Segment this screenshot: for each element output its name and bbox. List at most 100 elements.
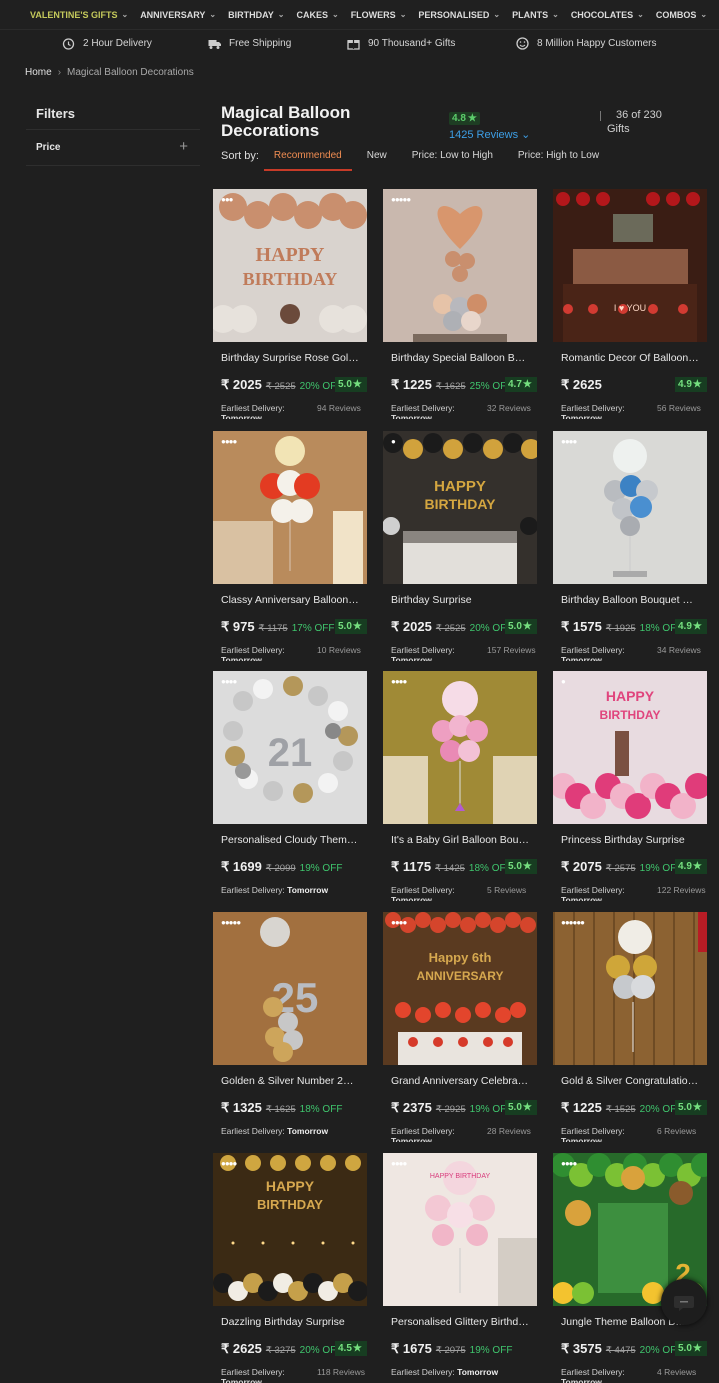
product-image[interactable]: ●●●● [553, 431, 707, 584]
product-card[interactable]: HAPPY BIRTHDAY ●●●● Dazzling Birthday Surpr… [213, 1153, 367, 1383]
product-name[interactable]: Grand Anniversary Celebrati... [391, 1075, 529, 1087]
product-image[interactable]: ●●●● [383, 671, 537, 824]
star-icon: ★ [522, 379, 532, 390]
rating-value: 4.8 [452, 113, 466, 124]
nav-item-2[interactable]: BIRTHDAY ⌄ [228, 10, 284, 20]
product-image[interactable]: 21 ●●●● [213, 671, 367, 824]
product-name[interactable]: Classy Anniversary Balloon ... [221, 594, 359, 606]
nav-item-6[interactable]: PLANTS ⌄ [512, 10, 559, 20]
original-price: ₹ 1525 [605, 1104, 636, 1115]
product-card[interactable]: HAPPY BIRTHDAY ● Birthday Surprise ₹ 2025 ₹ 2… [383, 431, 537, 661]
delivery-label: Earliest Delivery: [561, 645, 625, 655]
product-image[interactable]: HAPPY BIRTHDAY ●●● [213, 189, 367, 342]
delivery-value: Tomorrow [391, 1136, 432, 1142]
product-name[interactable]: Gold & Silver Congratulation... [561, 1075, 699, 1087]
rating-badge: 4.9 ★ [675, 377, 707, 392]
benefit-label: 8 Million Happy Customers [537, 37, 657, 49]
product-name[interactable]: Birthday Special Balloon Bo... [391, 352, 529, 364]
product-photo: Happy 6th ANNIVERSARY [383, 912, 537, 1065]
product-price: ₹ 1175 [391, 859, 432, 874]
rating-badge: 5.0 ★ [505, 1100, 537, 1115]
product-card[interactable]: 2 ●●●● Jungle Theme Balloon D... ₹ 3575 ₹ 44… [553, 1153, 707, 1383]
product-card[interactable]: ●●●●●● Gold & Silver Congratulation... ₹ 1… [553, 912, 707, 1142]
rating-badge: 4.5 ★ [335, 1341, 367, 1356]
nav-item-0[interactable]: VALENTINE'S GIFTS ⌄ [30, 10, 128, 20]
nav-item-label: CHOCOLATES [570, 9, 634, 20]
product-name[interactable]: Personalised Cloudy Theme ... [221, 834, 359, 846]
breadcrumb-home[interactable]: Home [25, 67, 52, 78]
sort-option-2[interactable]: Price: Low to High [412, 150, 493, 169]
product-image[interactable]: ●●●●●● [553, 912, 707, 1065]
review-count: 94 Reviews [317, 403, 361, 413]
nav-item-5[interactable]: PERSONALISED ⌄ [418, 10, 500, 20]
product-card[interactable]: HAPPY BIRTHDAY ●●●● Personalised Glittery … [383, 1153, 537, 1383]
nav-item-1[interactable]: ANNIVERSARY ⌄ [140, 10, 216, 20]
review-count: 10 Reviews [317, 645, 361, 655]
rating-value: 5.0 [678, 1102, 692, 1113]
product-image[interactable]: ●●●●● [383, 189, 537, 342]
star-icon: ★ [467, 113, 477, 124]
chevron-down-icon: ⌄ [493, 10, 501, 19]
carousel-dots: ●●●● [221, 437, 237, 446]
product-price: ₹ 2625 [561, 377, 602, 392]
product-name[interactable]: Golden & Silver Number 25 ... [221, 1075, 359, 1087]
product-image[interactable]: HAPPY BIRTHDAY ●●●● [383, 1153, 537, 1306]
carousel-dots: ●●●●● [221, 918, 241, 927]
benefit-item: 90 Thousand+ Gifts [347, 37, 455, 50]
sort-option-3[interactable]: Price: High to Low [518, 150, 599, 169]
product-image[interactable]: HAPPY BIRTHDAY ● [553, 671, 707, 824]
rating-badge: 5.0 ★ [335, 377, 367, 392]
nav-item-label: COMBOS [655, 9, 697, 20]
sort-option-1[interactable]: New [367, 150, 387, 169]
product-image[interactable]: HAPPY BIRTHDAY ●●●● [213, 1153, 367, 1306]
discount-label: 17% OFF [291, 623, 335, 634]
nav-item-label: PERSONALISED [418, 9, 490, 20]
product-card[interactable]: ●●●● It's a Baby Girl Balloon Bouq... ₹ 11… [383, 671, 537, 901]
product-image[interactable]: I ♥ YOU [553, 189, 707, 342]
result-count-number: 36 of 230 [616, 109, 662, 121]
product-card[interactable]: HAPPY BIRTHDAY ●●● Birthday Surprise Rose G… [213, 189, 367, 419]
chevron-down-icon: ⌄ [552, 10, 559, 19]
product-photo: HAPPY BIRTHDAY [213, 189, 367, 342]
svg-text:ANNIVERSARY: ANNIVERSARY [417, 969, 504, 983]
product-name[interactable]: Dazzling Birthday Surprise [221, 1316, 359, 1328]
delivery-info: Earliest Delivery: Tomorrow [391, 645, 461, 661]
nav-item-4[interactable]: FLOWERS ⌄ [351, 10, 407, 20]
price-line: ₹ 1699 ₹ 2099 19% OFF [221, 859, 375, 875]
product-name[interactable]: Birthday Surprise Rose Gold ... [221, 352, 359, 364]
chat-button[interactable] [661, 1279, 707, 1325]
discount-label: 19% OFF [469, 1345, 513, 1356]
product-card[interactable]: 21 ●●●● Personalised Cloudy Theme ... ₹ 169… [213, 671, 367, 901]
product-name[interactable]: It's a Baby Girl Balloon Bouq... [391, 834, 529, 846]
carousel-dots: ●●● [221, 195, 233, 204]
product-price: ₹ 2025 [221, 377, 262, 392]
product-card[interactable]: I ♥ YOU Romantic Decor Of Balloons... ₹ 26… [553, 189, 707, 419]
product-name[interactable]: Personalised Glittery Birthda... [391, 1316, 529, 1328]
price-filter-toggle[interactable]: Price + [26, 130, 200, 166]
product-card[interactable]: ●●●● Classy Anniversary Balloon ... ₹ 975 ₹… [213, 431, 367, 661]
product-card[interactable]: ●●●●● Birthday Special Balloon Bo... ₹ 122… [383, 189, 537, 419]
product-price: ₹ 3575 [561, 1341, 602, 1356]
svg-text:HAPPY: HAPPY [434, 478, 486, 495]
product-name[interactable]: Princess Birthday Surprise [561, 834, 699, 846]
product-image[interactable]: Happy 6th ANNIVERSARY ●●●● [383, 912, 537, 1065]
product-card[interactable]: HAPPY BIRTHDAY ● Princess Birthday Surprise… [553, 671, 707, 901]
nav-item-7[interactable]: CHOCOLATES ⌄ [571, 10, 644, 20]
product-card[interactable]: ●●●● Birthday Balloon Bouquet Fo... ₹ 1575… [553, 431, 707, 661]
product-name[interactable]: Birthday Surprise [391, 594, 529, 606]
product-image[interactable]: 25 ●●●●● [213, 912, 367, 1065]
product-name[interactable]: Birthday Balloon Bouquet Fo... [561, 594, 699, 606]
filters-panel: Filters Price + [26, 96, 200, 166]
review-count: 118 Reviews [317, 1367, 366, 1377]
carousel-dots: ●●●● [391, 1159, 407, 1168]
sort-option-0[interactable]: Recommended [263, 150, 352, 171]
nav-item-3[interactable]: CAKES ⌄ [296, 10, 338, 20]
product-image[interactable]: HAPPY BIRTHDAY ● [383, 431, 537, 584]
nav-item-8[interactable]: COMBOS ⌄ [656, 10, 707, 20]
product-card[interactable]: Happy 6th ANNIVERSARY ●●●● Grand Anniversar… [383, 912, 537, 1142]
product-card[interactable]: 25 ●●●●● Golden & Silver Number 25 ... ₹ 13… [213, 912, 367, 1142]
original-price: ₹ 1625 [435, 381, 466, 392]
product-image[interactable]: ●●●● [213, 431, 367, 584]
product-name[interactable]: Romantic Decor Of Balloons... [561, 352, 699, 364]
reviews-link[interactable]: 1425 Reviews ⌄ [449, 128, 530, 141]
